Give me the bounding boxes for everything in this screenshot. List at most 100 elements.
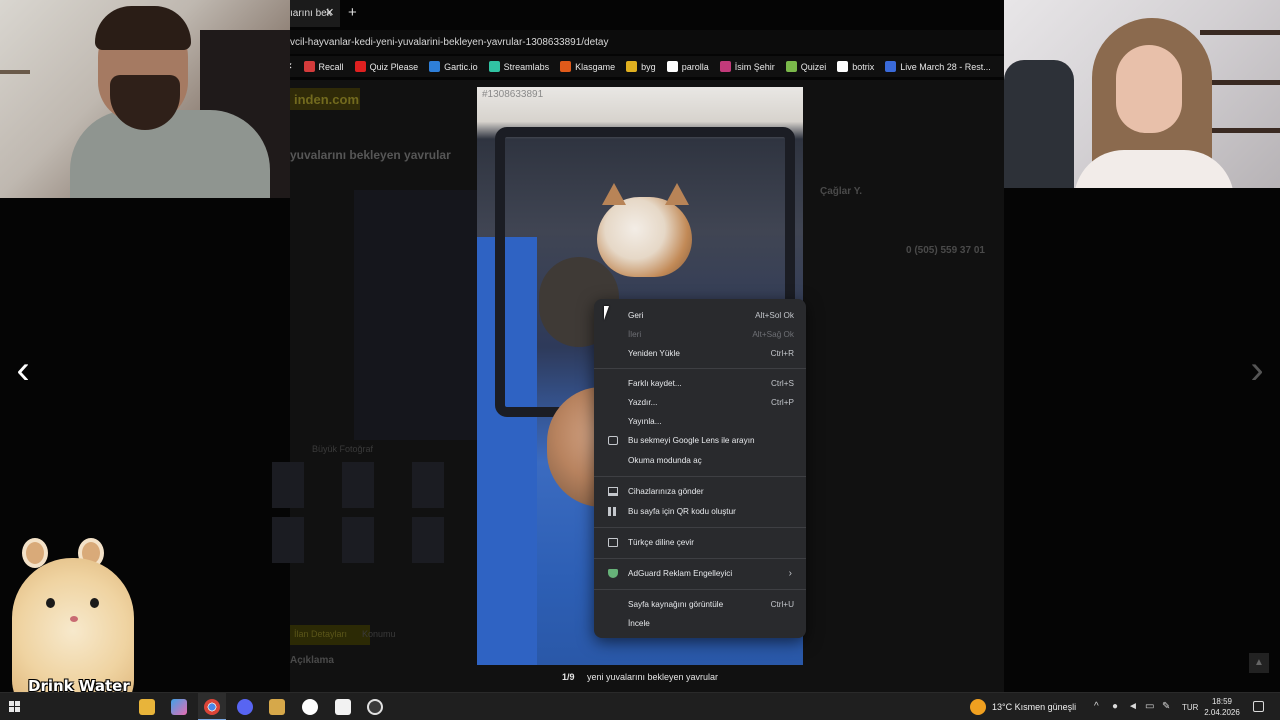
menu-item-qr-code[interactable]: Bu sayfa için QR kodu oluştur	[594, 502, 806, 522]
menu-item-label: Bu sekmeyi Google Lens ile arayın	[628, 436, 755, 445]
menu-item-translate[interactable]: Türkçe diline çevir	[594, 533, 806, 553]
menu-item-google-lens[interactable]: Bu sekmeyi Google Lens ile arayın	[594, 431, 806, 451]
menu-separator	[594, 476, 806, 477]
byg-icon	[626, 61, 638, 72]
weather-text[interactable]: 13°C Kısmen güneşli	[992, 702, 1076, 712]
menu-separator	[594, 589, 806, 590]
copilot-icon[interactable]	[171, 699, 187, 715]
bookmark-item[interactable]: parolla	[666, 61, 709, 72]
pen-icon[interactable]: ✎	[1162, 701, 1170, 712]
bookmark-label: İsim Şehir	[734, 61, 775, 72]
bookmark-label: Klasgame	[575, 61, 616, 72]
hamster-eye	[46, 598, 55, 608]
menu-item-adguard[interactable]: AdGuard Reklam Engelleyici ›	[594, 564, 806, 584]
quizei-icon	[785, 61, 797, 72]
menu-item-label: Cihazlarınıza gönder	[628, 487, 704, 496]
klasgame-icon	[560, 61, 572, 72]
thumbnail[interactable]	[412, 462, 444, 508]
bookmark-item[interactable]: Gartic.io	[429, 61, 478, 72]
media-app-icon[interactable]	[269, 699, 285, 715]
menu-item-save-as[interactable]: Farklı kaydet... Ctrl+S	[594, 374, 806, 393]
tab-konumu[interactable]: Konumu	[362, 629, 396, 639]
devices-icon	[608, 487, 618, 496]
language-indicator[interactable]: TUR	[1182, 703, 1198, 712]
address-bar[interactable]: vcil-hayvanlar-kedi-yeni-yuvalarini-bekl…	[290, 30, 1004, 54]
menu-item-label: Bu sayfa için QR kodu oluştur	[628, 507, 736, 516]
menu-item-shortcut: Alt+Sol Ok	[755, 311, 794, 320]
obs-icon[interactable]	[367, 699, 383, 715]
screen: inden.com yuvalarını bekleyen yavrular B…	[0, 0, 1280, 720]
menu-item-reading-mode[interactable]: Okuma modunda aç	[594, 451, 806, 471]
kitten-calico	[597, 183, 692, 277]
menu-item-label: Sayfa kaynağını görüntüle	[628, 600, 724, 609]
thumbnail[interactable]	[342, 462, 374, 508]
chrome-icon[interactable]	[204, 699, 220, 715]
recall-icon	[303, 61, 315, 72]
thumbnail[interactable]	[412, 517, 444, 563]
shelf	[1200, 30, 1280, 35]
thumbnail[interactable]	[342, 517, 374, 563]
network-icon[interactable]: ▭	[1145, 701, 1154, 712]
close-tab-icon[interactable]: ✕	[325, 6, 337, 20]
menu-item-send-to-devices[interactable]: Cihazlarınıza gönder	[594, 482, 806, 502]
bookmark-item[interactable]: Quizei	[785, 61, 827, 72]
seller-panel: Çağlar Y. 0 (505) 559 37 01	[820, 180, 985, 256]
seller-name: Çağlar Y.	[820, 186, 863, 197]
hamster-nose	[70, 616, 78, 622]
scroll-top-icon[interactable]: ▲	[1249, 653, 1269, 673]
seller-phone[interactable]: 0 (505) 559 37 01	[906, 245, 985, 256]
clock[interactable]: 18:59 2.04.2026	[1204, 696, 1240, 718]
windows-start-icon[interactable]	[9, 701, 21, 713]
menu-item-print[interactable]: Yazdır... Ctrl+P	[594, 393, 806, 412]
tab-ilan-detaylari[interactable]: İlan Detayları	[290, 625, 370, 645]
bookmark-label: Live March 28 - Rest...	[900, 61, 991, 72]
translate-icon	[608, 538, 618, 547]
bookmark-item[interactable]: İsim Şehir	[719, 61, 775, 72]
menu-item-label: İleri	[628, 330, 642, 339]
new-tab-icon[interactable]: +	[348, 4, 357, 21]
botrix-icon	[837, 61, 849, 72]
image-id: #1308633891	[482, 89, 544, 100]
notification-icon[interactable]	[1253, 701, 1264, 712]
menu-item-label: Türkçe diline çevir	[628, 538, 694, 547]
menu-item-label: AdGuard Reklam Engelleyici	[628, 569, 733, 578]
menu-separator	[594, 527, 806, 528]
menu-item-shortcut: Ctrl+U	[770, 600, 794, 609]
webcam-right	[1004, 0, 1280, 188]
volume-icon[interactable]: ◄	[1128, 701, 1138, 712]
menu-item-back[interactable]: Geri Alt+Sol Ok	[594, 306, 806, 325]
microphone-icon[interactable]: ●	[1112, 701, 1118, 712]
chevron-right-icon[interactable]: ›	[1242, 350, 1272, 400]
bookmark-item[interactable]: Quiz Please	[354, 61, 418, 72]
clock-date: 2.04.2026	[1204, 708, 1240, 717]
bookmark-item[interactable]: byg	[626, 61, 656, 72]
bookmark-item[interactable]: Streamlabs	[488, 61, 549, 72]
chevron-left-icon[interactable]: ‹	[8, 350, 38, 400]
bookmark-item[interactable]: botrix	[837, 61, 874, 72]
bookmark-label: Quizei	[800, 61, 827, 72]
chevron-up-icon[interactable]: ^	[1094, 701, 1099, 712]
menu-item-inspect[interactable]: İncele	[594, 614, 806, 633]
menu-item-view-source[interactable]: Sayfa kaynağını görüntüle Ctrl+U	[594, 595, 806, 614]
file-explorer-icon[interactable]	[139, 699, 155, 715]
bookmark-item[interactable]: Klasgame	[560, 61, 615, 72]
app-icon[interactable]	[335, 699, 351, 715]
bookmark-item[interactable]: Live March 28 - Rest...	[885, 61, 991, 72]
context-menu: Geri Alt+Sol Ok İleri Alt+Sağ Ok Yeniden…	[594, 299, 806, 638]
weather-icon[interactable]	[970, 699, 986, 715]
play-icon[interactable]	[302, 699, 318, 715]
lightbox-caption: 1/9 yeni yuvalarını bekleyen yavrular	[477, 672, 803, 692]
thumbnail[interactable]	[272, 517, 304, 563]
shelf	[0, 70, 30, 74]
menu-item-cast[interactable]: Yayınla...	[594, 412, 806, 431]
menu-item-shortcut: Ctrl+S	[771, 379, 794, 388]
tab-strip: ıarını bek ✕ +	[290, 0, 1004, 27]
mouse-cursor-icon	[604, 306, 614, 320]
discord-icon[interactable]	[237, 699, 253, 715]
bookmark-item[interactable]: Recall	[303, 61, 344, 72]
menu-item-forward: İleri Alt+Sağ Ok	[594, 325, 806, 344]
webcam-left	[0, 0, 290, 198]
big-photo-link[interactable]: Büyük Fotoğraf	[312, 444, 373, 454]
menu-item-reload[interactable]: Yeniden Yükle Ctrl+R	[594, 344, 806, 363]
thumbnail[interactable]	[272, 462, 304, 508]
